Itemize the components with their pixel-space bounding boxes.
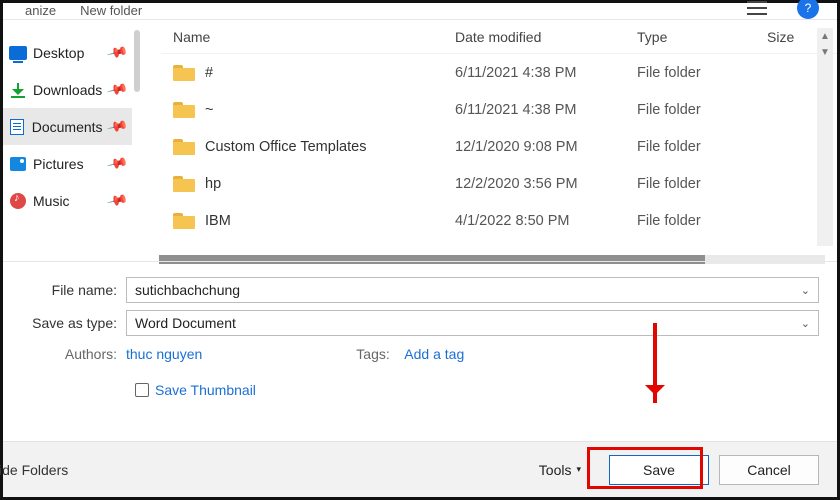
sidebar-item-label: Desktop (33, 45, 84, 61)
file-name: IBM (205, 213, 231, 229)
tools-menu[interactable]: Tools ▾ (539, 462, 581, 478)
sidebar-item-label: Documents (32, 119, 103, 135)
nav-sidebar: Desktop 📌 Downloads 📌 Documents 📌 Pictur… (3, 20, 133, 258)
sidebar-item-desktop[interactable]: Desktop 📌 (3, 34, 132, 71)
document-icon (10, 119, 24, 135)
chevron-down-icon[interactable]: ⌄ (801, 317, 810, 330)
file-date: 4/1/2022 8:50 PM (455, 213, 637, 229)
col-header-date[interactable]: Date modified (455, 29, 637, 45)
save-thumbnail-label[interactable]: Save Thumbnail (155, 382, 256, 398)
filename-label: File name: (31, 282, 126, 298)
tools-label: Tools (539, 462, 572, 478)
file-type: File folder (637, 65, 767, 81)
file-date: 6/11/2021 4:38 PM (455, 102, 637, 118)
sidebar-item-documents[interactable]: Documents 📌 (3, 108, 132, 145)
saveastype-value: Word Document (135, 315, 236, 331)
sidebar-item-downloads[interactable]: Downloads 📌 (3, 71, 132, 108)
divider (3, 261, 837, 262)
scroll-down-icon[interactable]: ▼ (817, 44, 833, 60)
file-name: Custom Office Templates (205, 139, 366, 155)
pictures-icon (10, 157, 26, 171)
view-mode-icon[interactable] (747, 1, 767, 15)
file-row[interactable]: # 6/11/2021 4:38 PM File folder (161, 54, 837, 91)
sidebar-item-label: Downloads (33, 82, 102, 98)
saveastype-select[interactable]: Word Document ⌄ (126, 310, 819, 336)
authors-label: Authors: (31, 346, 126, 362)
scroll-up-icon[interactable]: ▲ (817, 28, 833, 44)
sidebar-item-pictures[interactable]: Pictures 📌 (3, 145, 132, 182)
file-row[interactable]: IBM 4/1/2022 8:50 PM File folder (161, 202, 837, 239)
desktop-icon (9, 46, 27, 60)
filename-value: sutichbachchung (135, 282, 240, 298)
file-date: 6/11/2021 4:38 PM (455, 65, 637, 81)
file-name: ~ (205, 102, 213, 118)
file-date: 12/2/2020 3:56 PM (455, 176, 637, 192)
file-name: # (205, 65, 213, 81)
file-type: File folder (637, 176, 767, 192)
file-date: 12/1/2020 9:08 PM (455, 139, 637, 155)
save-button[interactable]: Save (609, 455, 709, 485)
save-fields: File name: sutichbachchung ⌄ Save as typ… (3, 275, 837, 398)
folder-icon (173, 176, 195, 192)
file-row[interactable]: Custom Office Templates 12/1/2020 9:08 P… (161, 128, 837, 165)
file-row[interactable]: ~ 6/11/2021 4:38 PM File folder (161, 91, 837, 128)
main-area: Desktop 📌 Downloads 📌 Documents 📌 Pictur… (3, 20, 837, 258)
download-icon (11, 83, 25, 97)
file-type: File folder (637, 139, 767, 155)
col-header-name[interactable]: Name (161, 29, 455, 45)
save-thumbnail-checkbox[interactable] (135, 383, 149, 397)
col-header-type[interactable]: Type (637, 29, 767, 45)
folder-icon (173, 102, 195, 118)
chevron-down-icon[interactable]: ⌄ (801, 284, 810, 297)
file-list-area: Name Date modified Type Size # 6/11/2021… (133, 20, 837, 258)
file-type: File folder (637, 213, 767, 229)
pin-icon[interactable]: 📌 (105, 78, 129, 101)
authors-value[interactable]: thuc nguyen (126, 346, 202, 362)
sidebar-item-label: Pictures (33, 156, 84, 172)
cancel-button[interactable]: Cancel (719, 455, 819, 485)
folder-icon (173, 213, 195, 229)
pin-icon[interactable]: 📌 (105, 189, 129, 212)
filename-input[interactable]: sutichbachchung ⌄ (126, 277, 819, 303)
music-icon (10, 193, 26, 209)
new-folder-button[interactable]: New folder (80, 3, 142, 15)
pin-icon[interactable]: 📌 (105, 41, 129, 64)
pin-icon[interactable]: 📌 (105, 115, 129, 138)
organize-button[interactable]: anize (25, 3, 56, 15)
horizontal-scrollbar[interactable] (159, 255, 825, 264)
saveastype-label: Save as type: (31, 315, 126, 331)
vertical-scrollbar[interactable]: ▲ ▼ (817, 28, 833, 246)
file-name: hp (205, 176, 221, 192)
hide-folders-link[interactable]: ide Folders (0, 462, 68, 478)
file-type: File folder (637, 102, 767, 118)
sidebar-item-label: Music (33, 193, 70, 209)
footer-bar: ide Folders Tools ▾ Save Cancel (3, 441, 837, 497)
top-toolbar: anize New folder (3, 3, 837, 15)
column-headers: Name Date modified Type Size (161, 20, 837, 54)
folder-icon (173, 65, 195, 81)
folder-icon (173, 139, 195, 155)
pin-icon[interactable]: 📌 (105, 152, 129, 175)
help-icon[interactable]: ? (797, 0, 819, 19)
sidebar-item-music[interactable]: Music 📌 (3, 182, 132, 219)
file-row[interactable]: hp 12/2/2020 3:56 PM File folder (161, 165, 837, 202)
tags-label: Tags: (356, 346, 404, 362)
chevron-down-icon: ▾ (576, 464, 581, 475)
tags-value[interactable]: Add a tag (404, 346, 464, 362)
